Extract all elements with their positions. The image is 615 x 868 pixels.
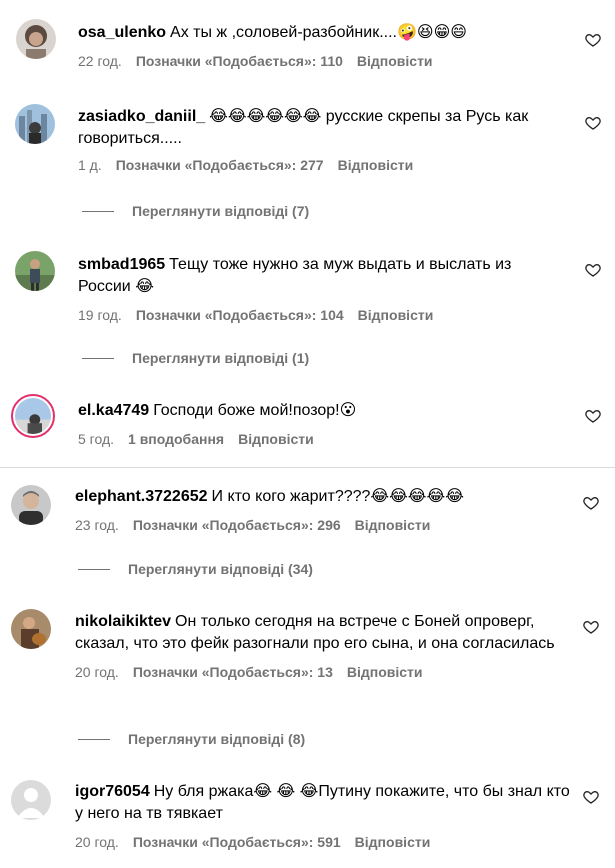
- comment-text: zasiadko_daniil_ 😂😂😂😂😂😂 русские скрепы за…: [78, 106, 568, 150]
- reply-button[interactable]: Відповісти: [347, 664, 423, 680]
- reply-button[interactable]: Відповісти: [238, 431, 314, 447]
- section-divider: [0, 467, 615, 468]
- comment-meta: 5 год. 1 вподобання Відповісти: [78, 430, 568, 448]
- heart-outline-icon[interactable]: [585, 262, 601, 278]
- view-replies-button[interactable]: Переглянути відповіді (34): [78, 561, 313, 577]
- comment-username[interactable]: igor76054: [75, 783, 150, 800]
- reply-button[interactable]: Відповісти: [357, 53, 433, 69]
- comment-time[interactable]: 5 год.: [78, 431, 114, 447]
- comment-body: И кто кого жарит????😂😂😂😂😂: [211, 488, 464, 505]
- reply-button[interactable]: Відповісти: [338, 157, 414, 173]
- avatar[interactable]: [11, 394, 55, 438]
- comment-username[interactable]: smbad1965: [78, 256, 165, 273]
- comment-time[interactable]: 1 д.: [78, 157, 102, 173]
- view-replies-label[interactable]: Переглянути відповіді (1): [132, 350, 309, 366]
- view-replies-button[interactable]: Переглянути відповіді (8): [78, 731, 305, 747]
- comment-meta: 20 год. Позначки «Подобається»: 591 Відпов…: [75, 833, 570, 851]
- profile-photo-man-guitar: [11, 609, 51, 649]
- comment-meta: 22 год. Позначки «Подобається»: 110 Відпов…: [78, 52, 568, 70]
- comment-body: Господи боже мой!позор!😮: [153, 402, 357, 419]
- comment-time[interactable]: 23 год.: [75, 517, 119, 533]
- comment-meta: 19 год. Позначки «Подобається»: 104 Відпов…: [78, 306, 568, 324]
- profile-photo-curly-hair: [16, 19, 56, 59]
- comment-username[interactable]: elephant.3722652: [75, 488, 208, 505]
- comment-time[interactable]: 20 год.: [75, 834, 119, 850]
- view-replies-button[interactable]: Переглянути відповіді (7): [82, 203, 309, 219]
- replies-dash: [82, 210, 114, 212]
- replies-dash: [78, 738, 110, 740]
- comment-text: smbad1965 Тещу тоже нужно за муж выдать и…: [78, 254, 568, 298]
- view-replies-label[interactable]: Переглянути відповіді (34): [128, 561, 313, 577]
- profile-photo-story-ring: [15, 398, 51, 434]
- replies-dash: [78, 568, 110, 570]
- comment-username[interactable]: nikolaikiktev: [75, 613, 171, 630]
- comment-username[interactable]: zasiadko_daniil_: [78, 108, 205, 125]
- comment-time[interactable]: 20 год.: [75, 664, 119, 680]
- comment-likes-count[interactable]: Позначки «Подобається»: 277: [116, 157, 324, 173]
- comment-text: igor76054 Ну бля ржака😂 😂 😂Путину покажит…: [75, 781, 570, 825]
- avatar[interactable]: [11, 485, 51, 525]
- avatar[interactable]: [15, 251, 55, 291]
- comment-likes-count[interactable]: 1 вподобання: [128, 431, 224, 447]
- comment-likes-count[interactable]: Позначки «Подобається»: 13: [133, 664, 333, 680]
- view-replies-label[interactable]: Переглянути відповіді (8): [128, 731, 305, 747]
- comment-time[interactable]: 19 год.: [78, 307, 122, 323]
- default-avatar-icon: [11, 780, 51, 820]
- reply-button[interactable]: Відповісти: [355, 517, 431, 533]
- reply-button[interactable]: Відповісти: [355, 834, 431, 850]
- avatar[interactable]: [16, 19, 56, 59]
- view-replies-label[interactable]: Переглянути відповіді (7): [132, 203, 309, 219]
- avatar[interactable]: [15, 104, 55, 144]
- heart-outline-icon[interactable]: [585, 115, 601, 131]
- comment-meta: 23 год. Позначки «Подобається»: 296 Відпов…: [75, 516, 570, 534]
- comment-meta: 1 д. Позначки «Подобається»: 277 Відповіст…: [78, 156, 568, 174]
- avatar[interactable]: [11, 780, 51, 820]
- comment-time[interactable]: 22 год.: [78, 53, 122, 69]
- comment-text: elephant.3722652 И кто кого жарит????😂😂😂😂…: [75, 486, 570, 508]
- profile-photo-man: [11, 485, 51, 525]
- comment-likes-count[interactable]: Позначки «Подобається»: 296: [133, 517, 341, 533]
- comment-text: osa_ulenko Ах ты ж ,соловей-разбойник....…: [78, 22, 568, 44]
- comment-text: el.ka4749 Господи боже мой!позор!😮: [78, 400, 568, 422]
- comment-username[interactable]: osa_ulenko: [78, 24, 166, 41]
- profile-photo-person-outdoors: [15, 251, 55, 291]
- comment-likes-count[interactable]: Позначки «Подобається»: 591: [133, 834, 341, 850]
- profile-photo-city: [15, 104, 55, 144]
- comment-username[interactable]: el.ka4749: [78, 402, 149, 419]
- avatar[interactable]: [11, 609, 51, 649]
- comment-likes-count[interactable]: Позначки «Подобається»: 104: [136, 307, 344, 323]
- comment-likes-count[interactable]: Позначки «Подобається»: 110: [136, 53, 343, 69]
- heart-outline-icon[interactable]: [583, 789, 599, 805]
- heart-outline-icon[interactable]: [583, 495, 599, 511]
- reply-button[interactable]: Відповісти: [358, 307, 434, 323]
- comment-body: Ах ты ж ,соловей-разбойник....🤪😆😁😄: [170, 24, 467, 41]
- replies-dash: [82, 357, 114, 359]
- view-replies-button[interactable]: Переглянути відповіді (1): [82, 350, 309, 366]
- heart-outline-icon[interactable]: [585, 408, 601, 424]
- heart-outline-icon[interactable]: [583, 619, 599, 635]
- comment-text: nikolaikiktev Он только сегодня на встреч…: [75, 611, 570, 655]
- comment-meta: 20 год. Позначки «Подобається»: 13 Відпові…: [75, 663, 570, 681]
- heart-outline-icon[interactable]: [585, 32, 601, 48]
